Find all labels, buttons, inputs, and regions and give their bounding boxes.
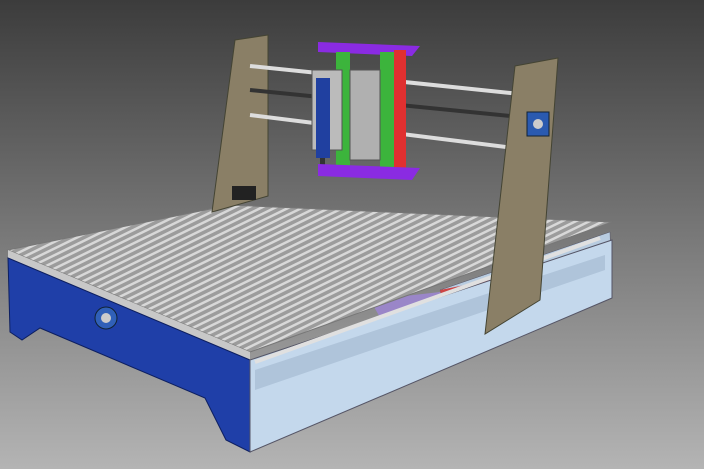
spindle — [316, 78, 330, 158]
carriage-plate — [349, 69, 381, 161]
carriage-red — [394, 50, 406, 170]
bearing-left-hub — [101, 313, 111, 323]
cnc-router-render — [0, 0, 704, 469]
carriage-green-right — [380, 52, 394, 168]
bearing-right-hub — [533, 119, 543, 129]
vent-grille — [232, 186, 256, 200]
